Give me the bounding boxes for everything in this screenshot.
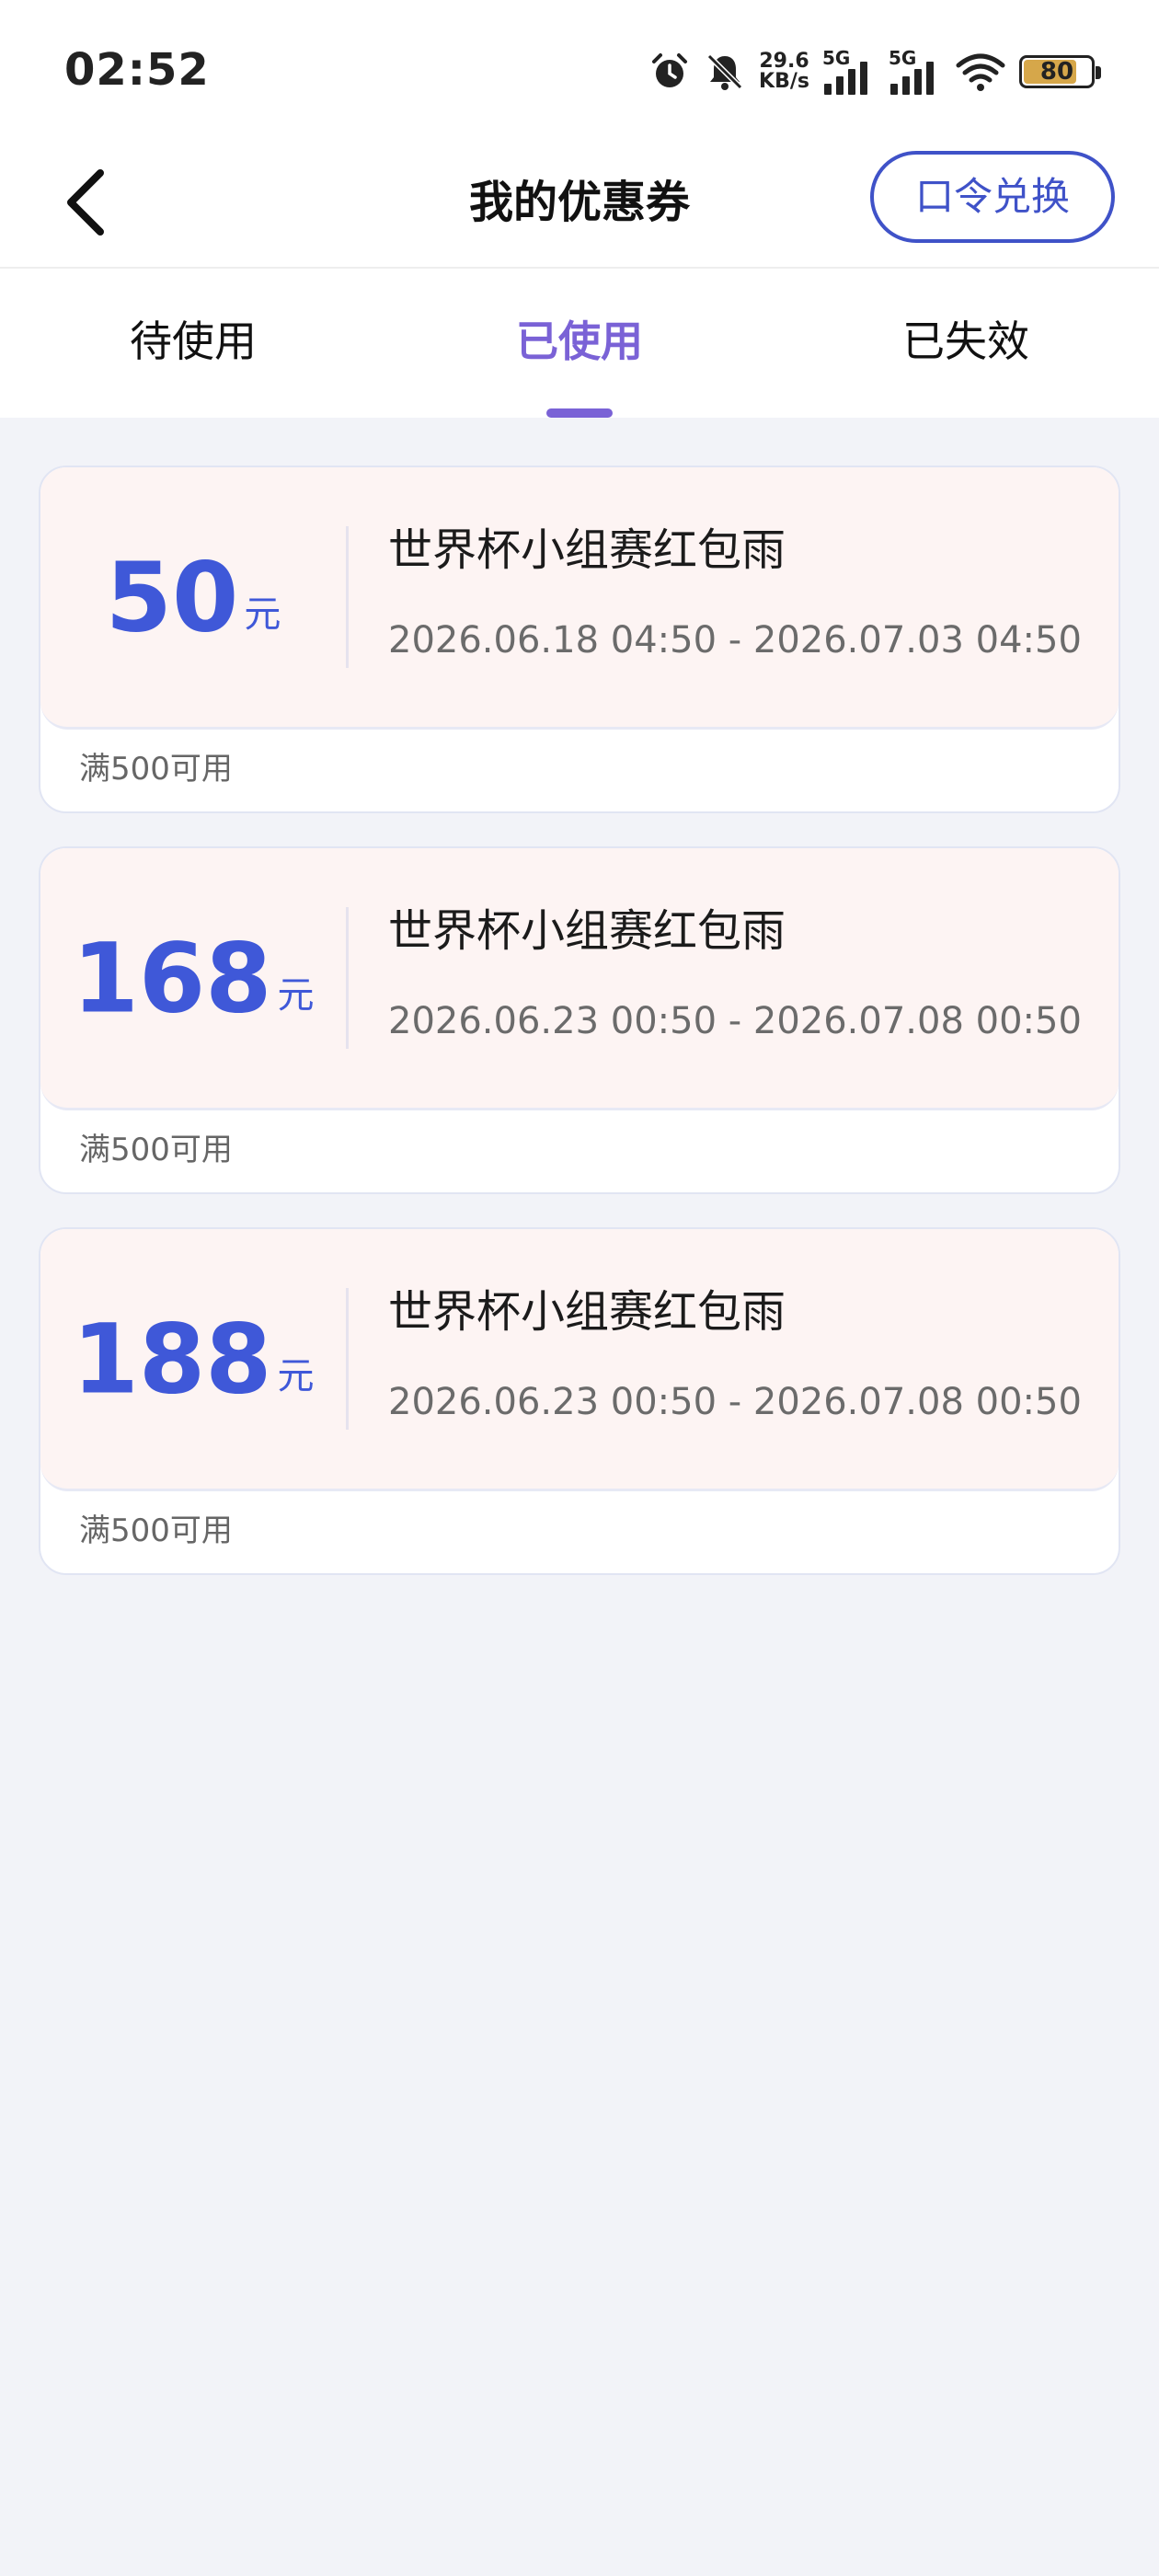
coupon-amount-value: 188 [72, 1303, 272, 1416]
signal-icon [824, 62, 867, 95]
coupon-divider [346, 526, 349, 668]
wifi-icon [956, 53, 1005, 91]
coupon-date-range: 2026.06.18 04:50 - 2026.07.03 04:50 [388, 619, 1082, 661]
redeem-code-button[interactable]: 口令兑换 [870, 151, 1115, 243]
status-icons: 29.6 KB/s 5G 5G 80 [648, 44, 1101, 99]
tab-used[interactable]: 已使用 [386, 269, 773, 418]
coupon-amount-unit: 元 [277, 973, 315, 1017]
coupon-main: 168 元 世界杯小组赛红包雨 2026.06.23 00:50 - 2026.0… [40, 848, 1119, 1110]
tab-bar: 待使用 已使用 已失效 [0, 269, 1159, 418]
status-bar: 02:52 29.6 KB/s 5G 5G 80 [0, 0, 1159, 138]
net-speed: 29.6 KB/s [759, 52, 809, 92]
tab-expired-label: 已失效 [902, 316, 1029, 366]
coupon-title: 世界杯小组赛红包雨 [388, 905, 786, 957]
signal-icon [890, 62, 934, 95]
battery-cap [1096, 66, 1101, 79]
tab-unused[interactable]: 待使用 [0, 269, 386, 418]
coupon-condition: 满500可用 [79, 1512, 233, 1549]
coupon-amount-unit: 元 [244, 592, 281, 636]
coupon-main: 50 元 世界杯小组赛红包雨 2026.06.18 04:50 - 2026.07… [40, 467, 1119, 730]
coupon-amount-value: 168 [72, 922, 272, 1035]
alarm-icon [652, 53, 688, 87]
coupon-divider [346, 1288, 349, 1430]
sim1-signal: 5G [822, 47, 876, 97]
tab-expired[interactable]: 已失效 [773, 269, 1159, 418]
battery-level: 80 [1039, 58, 1074, 86]
net-speed-value: 29.6 [759, 50, 809, 73]
coupon-divider [346, 907, 349, 1049]
coupon-list: 50 元 世界杯小组赛红包雨 2026.06.18 04:50 - 2026.07… [39, 466, 1120, 1608]
header-bar: 我的优惠券 口令兑换 [0, 138, 1159, 269]
coupon-amount: 50 元 [40, 467, 346, 727]
coupon-amount-value: 50 [105, 541, 239, 654]
coupon-title: 世界杯小组赛红包雨 [388, 1286, 786, 1338]
tab-used-label: 已使用 [516, 316, 643, 366]
coupon-card[interactable]: 50 元 世界杯小组赛红包雨 2026.06.18 04:50 - 2026.07… [39, 466, 1120, 813]
coupon-amount: 168 元 [40, 848, 346, 1108]
net-speed-unit: KB/s [759, 70, 809, 93]
coupon-date-range: 2026.06.23 00:50 - 2026.07.08 00:50 [388, 1000, 1082, 1042]
coupon-card[interactable]: 188 元 世界杯小组赛红包雨 2026.06.23 00:50 - 2026.0… [39, 1227, 1120, 1575]
coupon-card[interactable]: 168 元 世界杯小组赛红包雨 2026.06.23 00:50 - 2026.0… [39, 846, 1120, 1194]
coupon-title: 世界杯小组赛红包雨 [388, 524, 786, 576]
status-time: 02:52 [64, 44, 210, 96]
coupon-amount: 188 元 [40, 1229, 346, 1489]
coupon-main: 188 元 世界杯小组赛红包雨 2026.06.23 00:50 - 2026.0… [40, 1229, 1119, 1491]
bell-muted-icon [706, 53, 743, 90]
battery-icon: 80 [1019, 55, 1101, 88]
coupon-condition: 满500可用 [79, 751, 233, 788]
coupon-amount-unit: 元 [277, 1354, 315, 1397]
tab-active-indicator [546, 408, 613, 418]
coupon-date-range: 2026.06.23 00:50 - 2026.07.08 00:50 [388, 1381, 1082, 1423]
tab-unused-label: 待使用 [130, 316, 257, 366]
sim2-signal: 5G [889, 47, 942, 97]
coupon-condition: 满500可用 [79, 1132, 233, 1168]
